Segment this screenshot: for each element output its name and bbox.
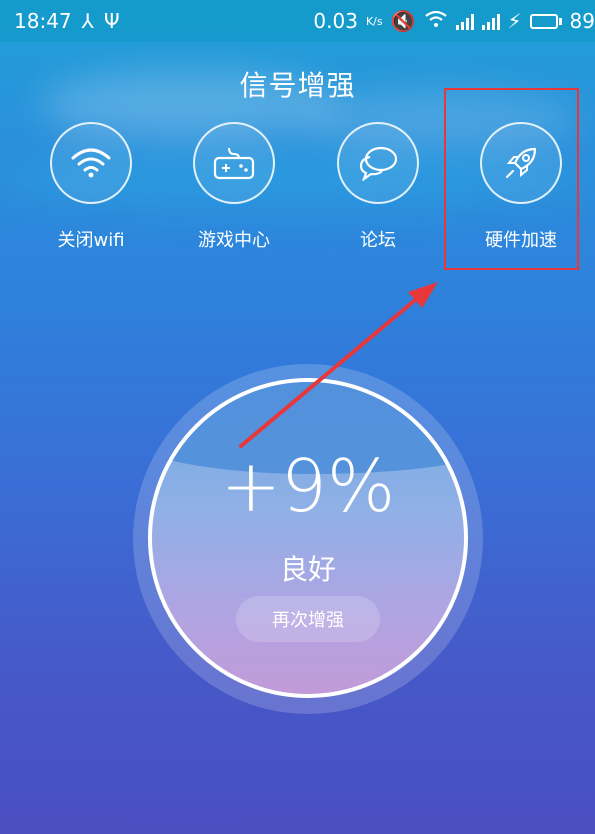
charging-icon: ⚡ bbox=[507, 9, 522, 33]
tool-game-center[interactable]: 游戏中心 bbox=[184, 122, 284, 252]
wifi-status-icon bbox=[424, 9, 448, 33]
network-speed: 0.03 bbox=[313, 9, 358, 33]
usb-icon: Ψ bbox=[103, 9, 120, 33]
chat-bubbles-icon bbox=[337, 122, 419, 204]
signal-icon bbox=[481, 12, 500, 30]
mute-icon: 🔇 bbox=[390, 9, 416, 33]
signal-gauge: +9% 良好 再次增强 bbox=[148, 378, 468, 698]
status-bar: 18:47 ⅄ Ψ 0.03 K/s 🔇 ⚡ 89 bbox=[0, 0, 595, 42]
tool-wifi-toggle[interactable]: 关闭wifi bbox=[41, 122, 141, 252]
boost-percentage: +9% bbox=[220, 444, 396, 528]
battery-icon bbox=[529, 13, 562, 29]
tool-label: 论坛 bbox=[360, 230, 396, 251]
network-share-icon: ⅄ bbox=[81, 9, 94, 33]
boost-again-button[interactable]: 再次增强 bbox=[236, 596, 380, 642]
gamepad-icon bbox=[193, 122, 275, 204]
network-speed-unit: K/s bbox=[365, 14, 383, 28]
tool-forum[interactable]: 论坛 bbox=[328, 122, 428, 252]
battery-percent: 89 bbox=[569, 9, 595, 33]
annotation-highlight-box bbox=[444, 88, 579, 270]
tool-label: 关闭wifi bbox=[57, 230, 125, 251]
tool-label: 游戏中心 bbox=[198, 230, 270, 251]
status-time: 18:47 bbox=[14, 9, 72, 33]
wifi-icon bbox=[50, 122, 132, 204]
signal-status: 良好 bbox=[279, 553, 336, 586]
signal-4g-icon bbox=[455, 12, 474, 30]
